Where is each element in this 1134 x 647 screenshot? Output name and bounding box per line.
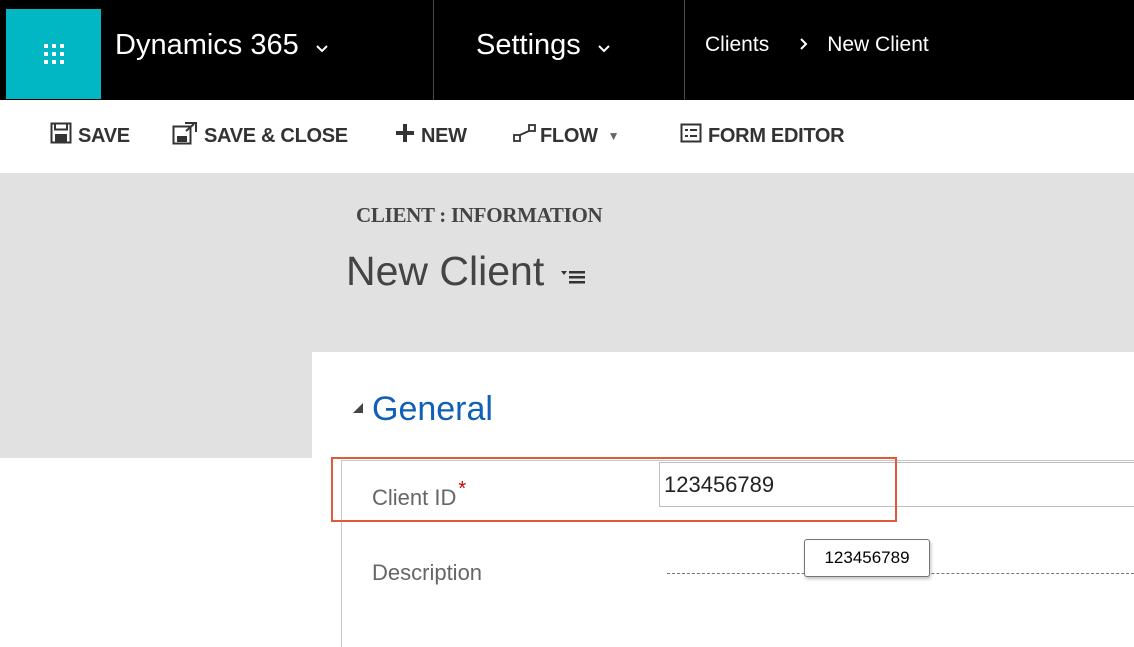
save-close-label: SAVE & CLOSE	[204, 124, 348, 147]
waffle-icon	[43, 43, 65, 65]
save-close-icon	[172, 121, 198, 151]
flow-button[interactable]: FLOW ▼	[513, 122, 620, 150]
record-title-text: New Client	[346, 248, 545, 294]
record-title: New Client	[346, 248, 586, 295]
client-id-label-text: Client ID	[372, 485, 457, 510]
nav-divider	[684, 0, 685, 100]
form-editor-label: FORM EDITOR	[708, 124, 845, 147]
area-switcher[interactable]: Settings	[476, 20, 611, 70]
client-id-input[interactable]	[659, 462, 1134, 507]
form-menu-icon[interactable]	[560, 248, 586, 295]
chevron-down-icon	[597, 29, 611, 62]
tooltip: 123456789	[804, 539, 930, 577]
app-title: Dynamics 365	[115, 28, 299, 61]
breadcrumb-item-clients[interactable]: Clients	[705, 33, 769, 57]
breadcrumb: Clients New Client	[705, 20, 929, 70]
save-and-close-button[interactable]: SAVE & CLOSE	[172, 122, 348, 150]
chevron-right-icon	[799, 33, 809, 57]
chevron-down-icon	[315, 29, 329, 62]
form-editor-icon	[680, 123, 702, 149]
form-selector[interactable]: CLIENT : INFORMATION	[356, 203, 603, 228]
plus-icon	[395, 123, 415, 149]
breadcrumb-item-new-client[interactable]: New Client	[827, 33, 929, 57]
flow-label: FLOW	[540, 124, 598, 147]
new-button[interactable]: NEW	[395, 122, 467, 150]
app-launcher-button[interactable]	[6, 9, 101, 99]
save-icon	[50, 122, 72, 150]
save-label: SAVE	[78, 124, 130, 147]
required-indicator: *	[458, 478, 467, 500]
new-label: NEW	[421, 124, 467, 147]
collapse-triangle-icon	[352, 401, 364, 419]
top-navigation-bar: Dynamics 365 Settings Clients New Client	[0, 0, 1134, 100]
client-id-label: Client ID *	[372, 478, 466, 511]
nav-divider	[433, 0, 434, 100]
save-button[interactable]: SAVE	[50, 122, 130, 150]
app-switcher[interactable]: Dynamics 365	[115, 20, 329, 70]
caret-down-icon: ▼	[607, 129, 620, 143]
section-title: General	[372, 390, 493, 428]
description-label: Description	[372, 560, 483, 585]
command-bar: SAVE SAVE & CLOSE NEW FLOW ▼ FORM EDITOR	[0, 100, 1134, 173]
section-general-toggle[interactable]: General	[352, 390, 493, 429]
form-editor-button[interactable]: FORM EDITOR	[680, 122, 845, 150]
area-title: Settings	[476, 28, 581, 61]
flow-icon	[513, 123, 537, 149]
